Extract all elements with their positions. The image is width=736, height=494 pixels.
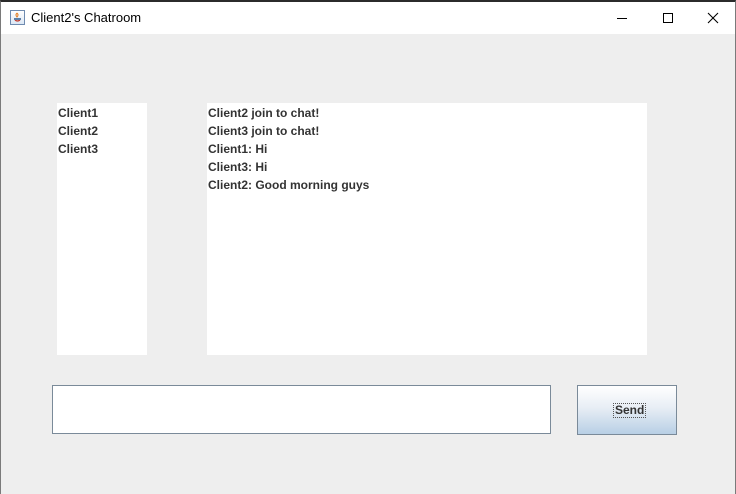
user-list-item[interactable]: Client2 bbox=[58, 124, 98, 138]
chat-messages-area[interactable]: Client2 join to chat! Client3 join to ch… bbox=[207, 103, 647, 355]
chat-message: Client2 join to chat! bbox=[208, 106, 320, 120]
user-list-item[interactable]: Client3 bbox=[58, 142, 98, 156]
close-icon bbox=[707, 12, 719, 24]
user-list-item[interactable]: Client1 bbox=[58, 106, 98, 120]
close-button[interactable] bbox=[690, 2, 736, 34]
java-app-icon bbox=[10, 10, 25, 25]
window-title: Client2's Chatroom bbox=[31, 10, 142, 25]
maximize-icon bbox=[663, 13, 673, 23]
user-list[interactable]: Client1 Client2 Client3 bbox=[57, 103, 147, 355]
minimize-button[interactable] bbox=[599, 2, 645, 34]
send-button-label: Send bbox=[613, 403, 647, 418]
maximize-button[interactable] bbox=[645, 2, 691, 34]
message-input[interactable] bbox=[52, 385, 551, 434]
title-bar[interactable]: Client2's Chatroom bbox=[1, 2, 735, 34]
chat-message: Client1: Hi bbox=[208, 142, 268, 156]
minimize-icon bbox=[617, 18, 627, 19]
chat-message: Client3: Hi bbox=[208, 160, 268, 174]
chat-message: Client2: Good morning guys bbox=[208, 178, 370, 192]
send-button[interactable]: Send bbox=[577, 385, 677, 435]
chat-message: Client3 join to chat! bbox=[208, 124, 320, 138]
content-pane: Client1 Client2 Client3 Client2 join to … bbox=[1, 34, 735, 494]
chatroom-window: Client2's Chatroom Client1 Client2 Clien… bbox=[0, 0, 736, 494]
